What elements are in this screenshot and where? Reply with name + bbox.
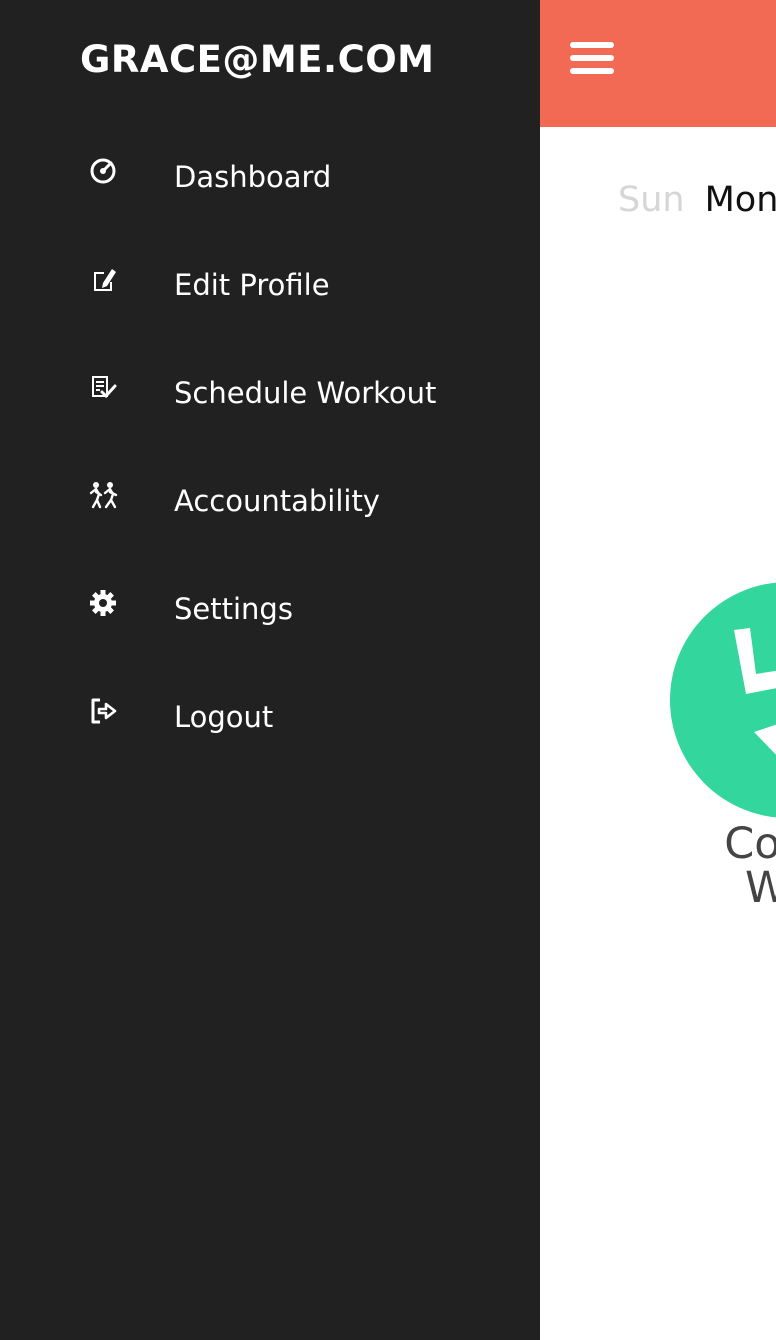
edit-profile-icon: [88, 264, 120, 296]
menu-label-edit-profile: Edit Profile: [174, 268, 330, 302]
navigation-drawer: GRACE@ME.COM Dashboard Edit Profile Sche…: [0, 0, 540, 1340]
workout-label-line2: Wor: [745, 863, 776, 913]
menu-item-edit-profile[interactable]: Edit Profile: [0, 232, 540, 340]
hamburger-line: [570, 68, 614, 74]
menu-item-logout[interactable]: Logout: [0, 664, 540, 772]
menu-item-dashboard[interactable]: Dashboard: [0, 124, 540, 232]
gear-icon: [88, 588, 120, 620]
hamburger-line: [570, 42, 614, 48]
workout-person-icon: [734, 628, 776, 755]
workout-label-line1: Comp: [724, 819, 776, 869]
logout-icon: [88, 696, 120, 728]
top-app-bar: [540, 0, 776, 127]
menu-item-settings[interactable]: Settings: [0, 556, 540, 664]
menu-label-dashboard: Dashboard: [174, 160, 332, 194]
schedule-checklist-icon: [88, 372, 120, 404]
drawer-menu: Dashboard Edit Profile Schedule Workout …: [0, 124, 540, 772]
menu-label-logout: Logout: [174, 700, 274, 734]
day-mon[interactable]: Mon: [705, 180, 776, 220]
main-content: Sun Mon Comp Wor: [540, 0, 776, 1340]
app-screen: Sun Mon Comp Wor GRACE@ME.COM: [0, 0, 776, 1340]
hamburger-line: [570, 55, 614, 61]
dashboard-gauge-icon: [88, 156, 120, 188]
menu-label-schedule-workout: Schedule Workout: [174, 376, 437, 410]
day-selector: Sun Mon: [618, 180, 776, 220]
menu-item-accountability[interactable]: Accountability: [0, 448, 540, 556]
user-email: GRACE@ME.COM: [80, 38, 435, 81]
menu-label-accountability: Accountability: [174, 484, 380, 518]
complete-workout-label: Comp Wor: [667, 822, 776, 910]
running-people-icon: [88, 480, 120, 512]
menu-label-settings: Settings: [174, 592, 293, 626]
day-sun[interactable]: Sun: [618, 180, 685, 220]
menu-item-schedule-workout[interactable]: Schedule Workout: [0, 340, 540, 448]
complete-workout-button[interactable]: [670, 582, 776, 818]
hamburger-menu-icon[interactable]: [570, 42, 614, 74]
